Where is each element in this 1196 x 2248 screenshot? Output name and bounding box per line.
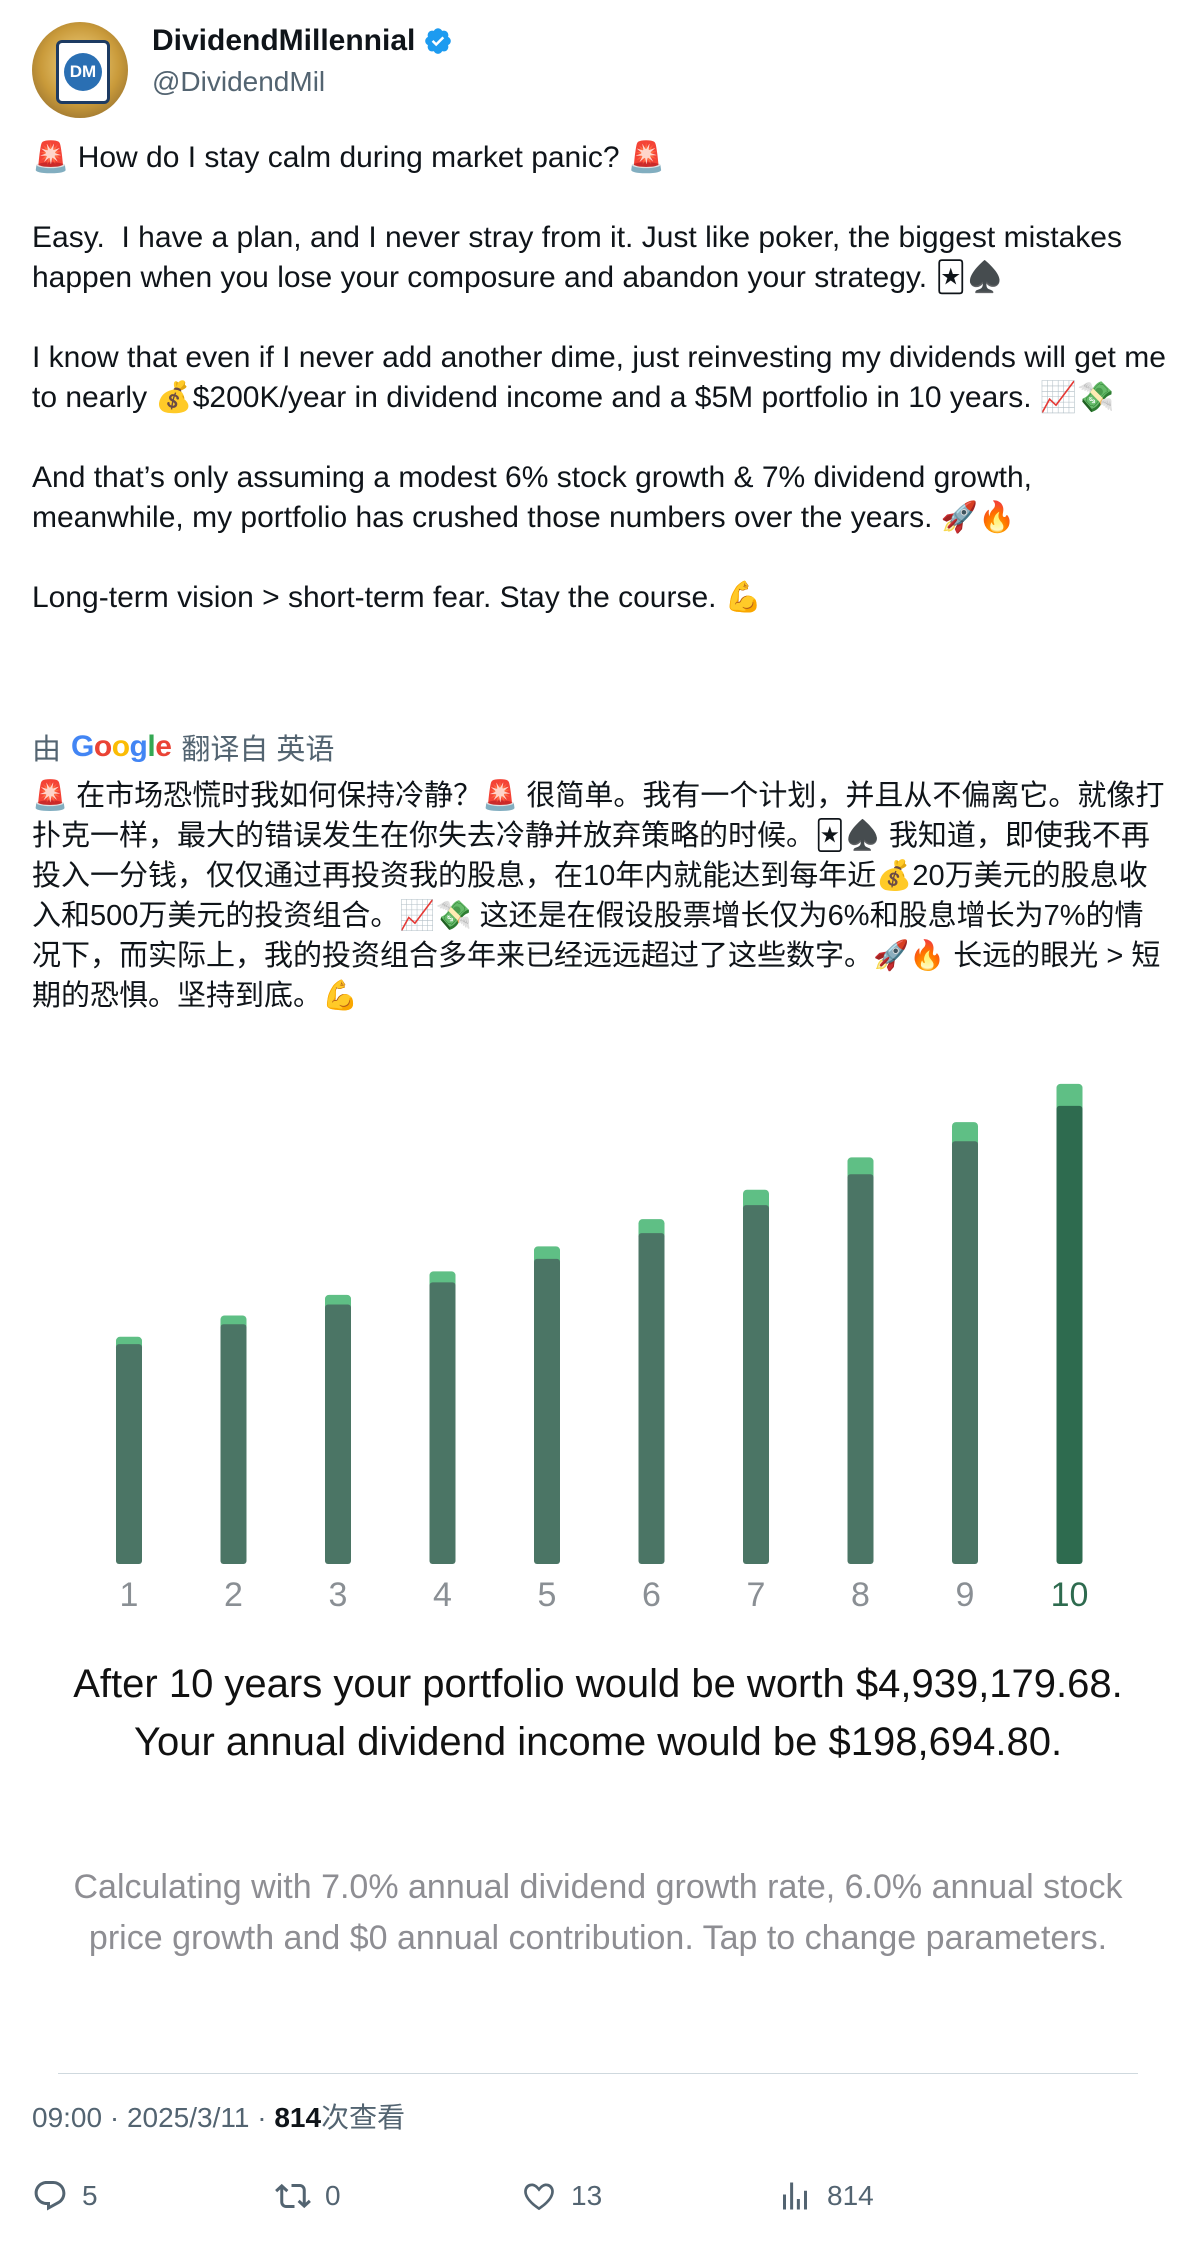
bar-chart-icon	[783, 2182, 807, 2210]
x-tick-label: 4	[433, 1576, 452, 1614]
translation-prefix: 由	[32, 734, 62, 766]
translated-text: 🚨 在市场恐慌时我如何保持冷静？🚨 很简单。我有一个计划，并且从不偏离它。就像打…	[32, 780, 1165, 1012]
x-tick-label: 5	[538, 1576, 557, 1614]
translation-suffix: 翻译自 英语	[181, 734, 335, 766]
tweet-paragraph: Long-term vision > short-term fear. Stay…	[32, 581, 763, 614]
bar-portfolio-segment	[743, 1205, 769, 1564]
retweet-button[interactable]: 0	[275, 2178, 341, 2214]
tweet-date[interactable]: 2025/3/11	[127, 2102, 250, 2133]
parameters-note[interactable]: Calculating with 7.0% annual dividend gr…	[60, 1862, 1136, 1964]
retweet-count: 0	[325, 2180, 341, 2211]
google-logo: Google	[71, 730, 172, 763]
verified-badge-icon	[425, 28, 452, 54]
bar-portfolio-segment	[1056, 1105, 1083, 1564]
bar-portfolio-segment	[847, 1174, 874, 1564]
heart-icon	[524, 2183, 554, 2211]
bar-portfolio-segment	[952, 1141, 978, 1564]
avatar-logo: DM	[56, 40, 110, 104]
translation-attribution[interactable]: 由 Google 翻译自 英语	[32, 726, 334, 768]
tweet-text: 🚨 How do I stay calm during market panic…	[32, 138, 1172, 618]
tweet-paragraph: I know that even if I never add another …	[32, 341, 1175, 414]
bar-portfolio-segment	[534, 1258, 560, 1564]
reply-button[interactable]: 5	[32, 2178, 98, 2214]
tweet-paragraph: Easy. I have a plan, and I never stray f…	[32, 221, 1131, 294]
tweet-header: DM DividendMillennial @DividendMil	[32, 22, 1162, 122]
tweet-paragraph: 🚨 How do I stay calm during market panic…	[32, 141, 666, 174]
bar-portfolio-segment	[220, 1324, 247, 1564]
bar-portfolio-segment	[429, 1282, 456, 1564]
x-tick-label: 1	[120, 1576, 139, 1614]
x-tick-label: 9	[956, 1576, 975, 1614]
avatar[interactable]: DM	[32, 22, 128, 118]
like-button[interactable]: 13	[521, 2178, 602, 2214]
x-tick-label: 6	[642, 1576, 661, 1614]
dividend-growth-chart[interactable]: 1 2 3 4 5 6 7 8 9 10	[0, 1040, 1196, 1640]
tweet-paragraph: And that’s only assuming a modest 6% sto…	[32, 461, 1041, 534]
result-summary: After 10 years your portfolio would be w…	[73, 1662, 1123, 1764]
display-name[interactable]: DividendMillennial	[152, 24, 415, 58]
bar-portfolio-segment	[325, 1304, 351, 1564]
views-count: 814	[827, 2180, 874, 2211]
like-count: 13	[571, 2180, 603, 2211]
views-button[interactable]: 814	[777, 2178, 874, 2214]
action-bar: 5 0 13 814	[32, 2178, 1172, 2228]
x-tick-label: 2	[224, 1576, 243, 1614]
bar-portfolio-segment	[638, 1233, 665, 1564]
x-tick-label: 3	[329, 1576, 348, 1614]
x-tick-label: 10	[1051, 1576, 1089, 1614]
views-label: 次查看	[321, 2102, 406, 2133]
divider	[58, 2073, 1138, 2074]
retweet-icon	[275, 2183, 311, 2209]
tweet-meta: 09:00 · 2025/3/11 · 814次查看	[32, 2102, 406, 2133]
view-count: 814	[274, 2102, 322, 2133]
tweet-time[interactable]: 09:00	[32, 2102, 102, 2133]
x-tick-label: 7	[747, 1576, 766, 1614]
reply-icon	[34, 2181, 66, 2211]
x-tick-label: 8	[851, 1576, 870, 1614]
reply-count: 5	[82, 2180, 98, 2211]
bar-portfolio-segment	[116, 1344, 142, 1564]
handle[interactable]: @DividendMil	[152, 66, 325, 98]
